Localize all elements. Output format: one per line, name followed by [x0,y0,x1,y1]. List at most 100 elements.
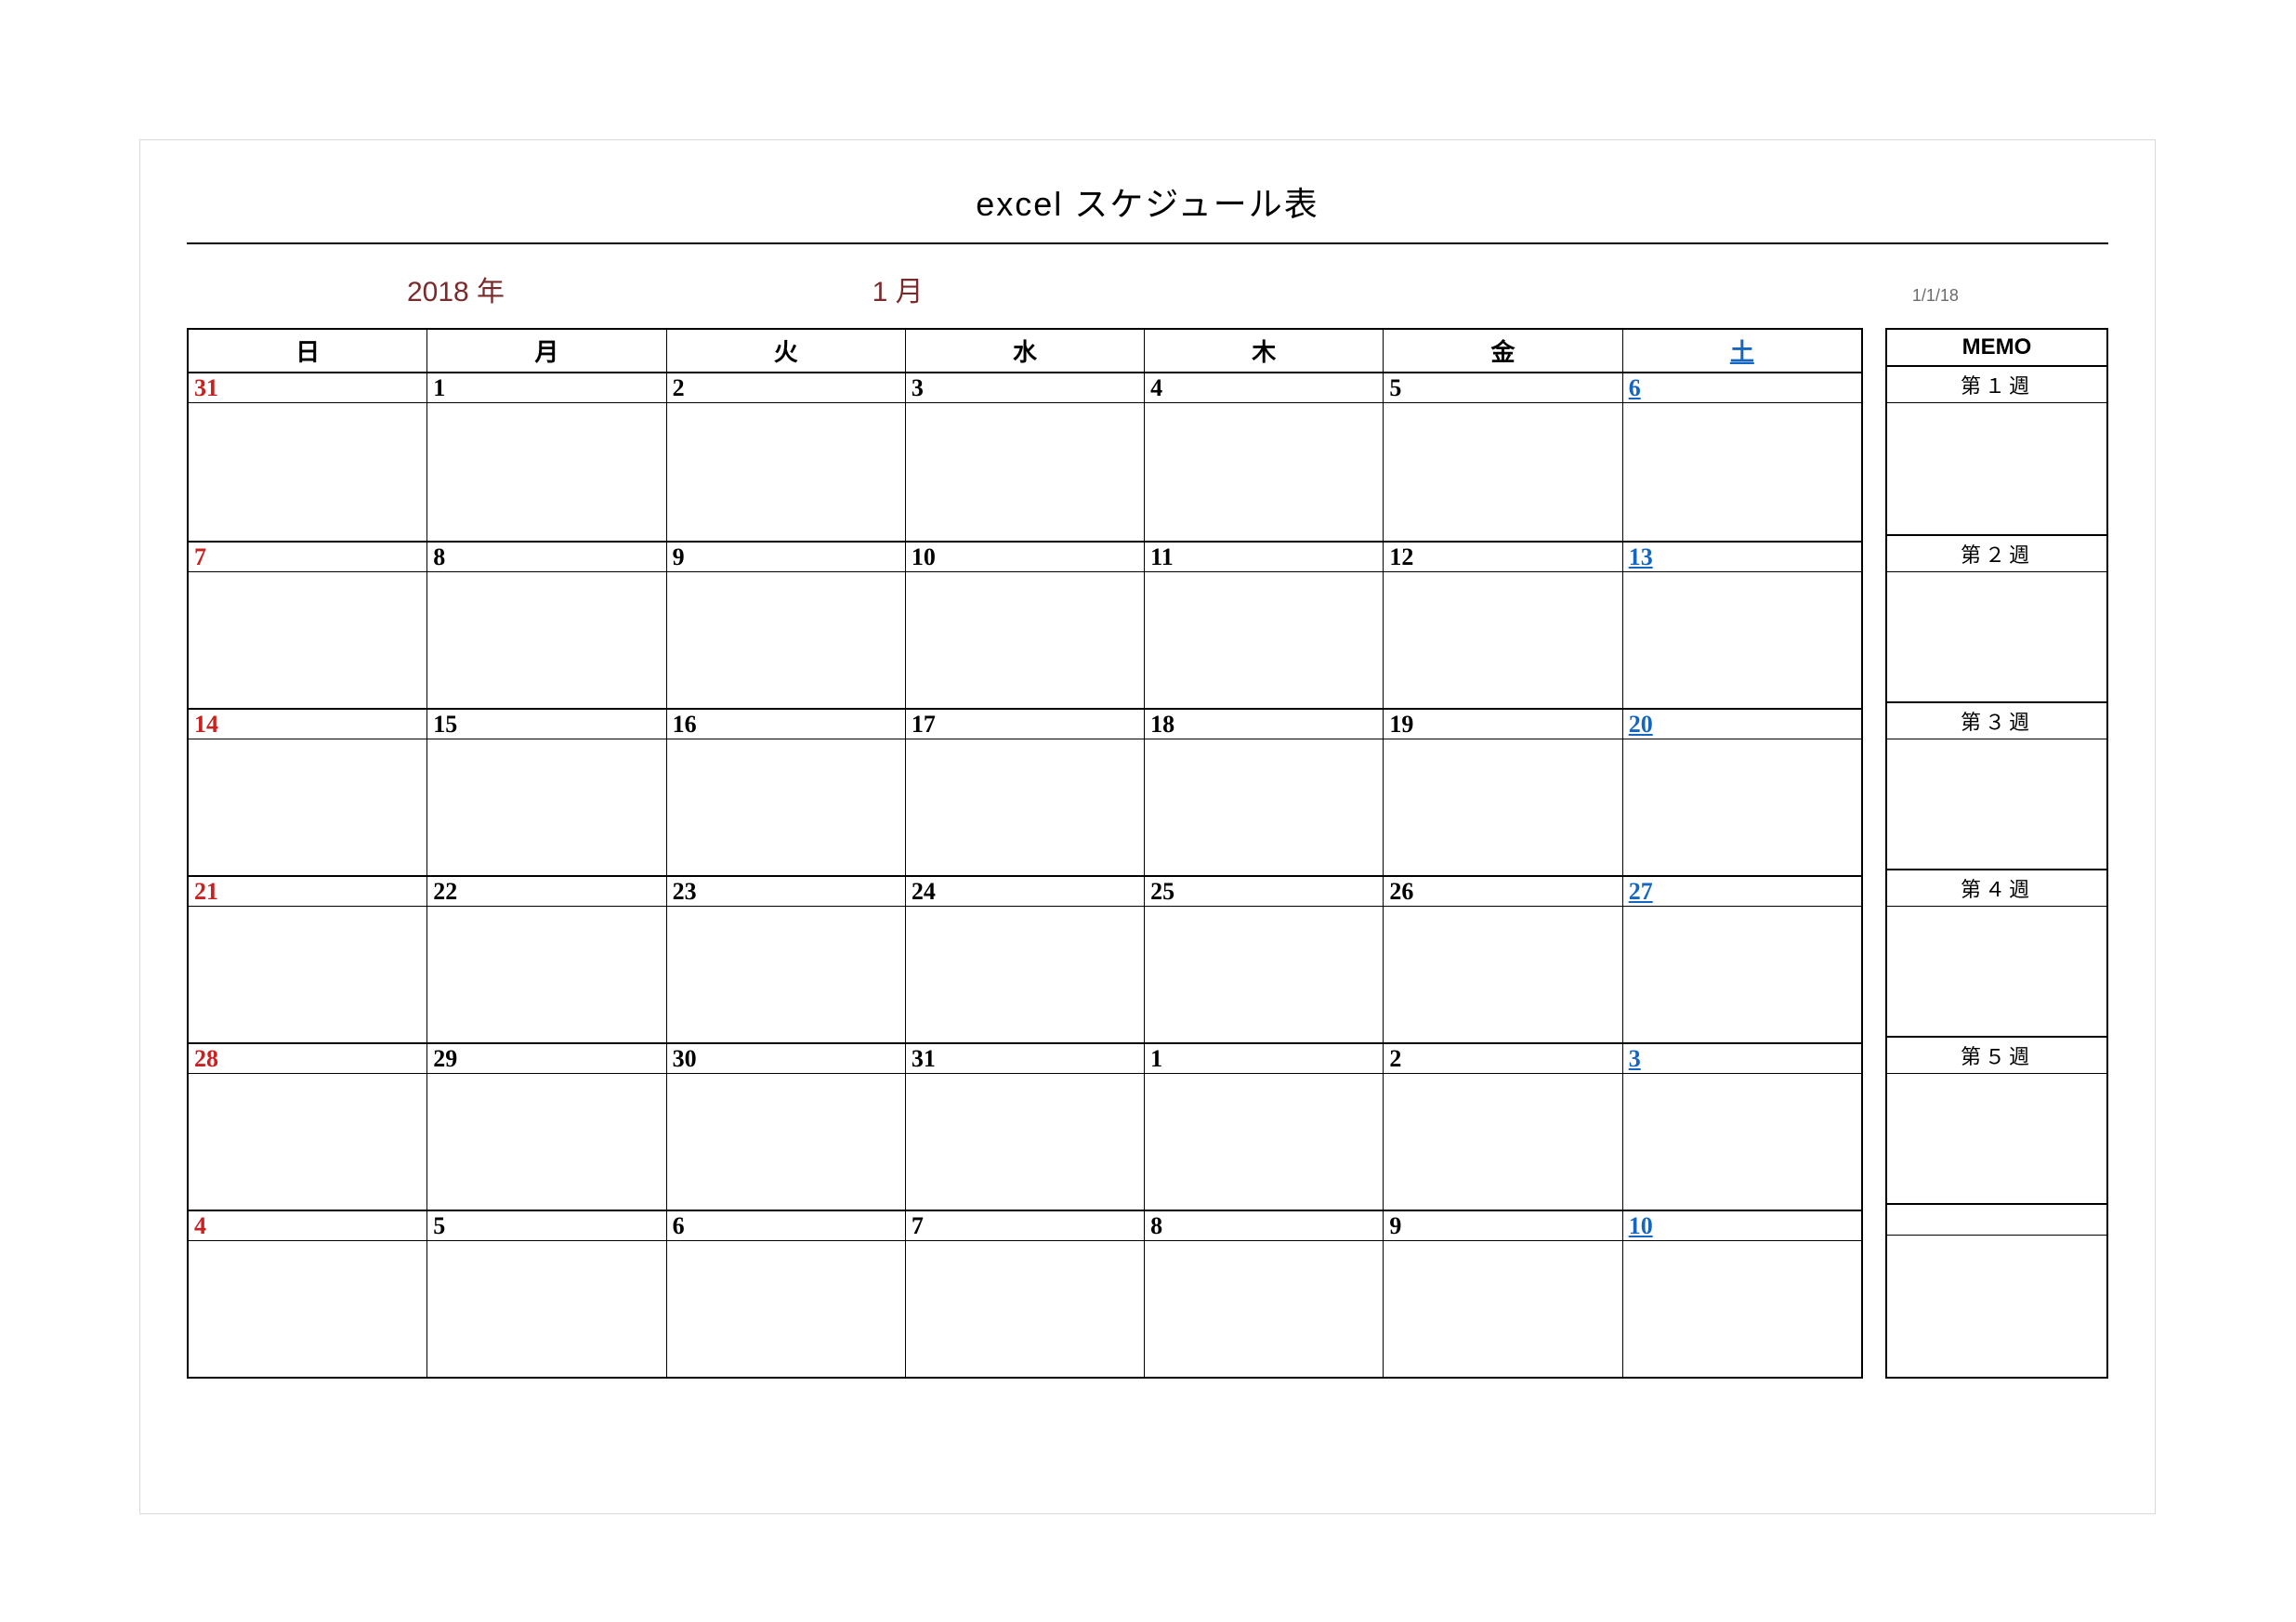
day-number: 26 [1384,877,1621,907]
memo-week: 第１週 [1887,367,2106,534]
day-body [1623,907,1861,1042]
day-number: 10 [1623,1211,1861,1241]
day-cell: 3 [906,373,1145,541]
day-body [1623,739,1861,875]
day-body [906,907,1144,1042]
day-number: 5 [1384,373,1621,403]
day-body [1623,403,1861,541]
day-number: 22 [427,877,665,907]
canvas: excel スケジュール表 2018 年 1 月 1/1/18 日 月 火 水 … [0,0,2296,1622]
day-body [1623,572,1861,708]
day-body [189,739,426,875]
day-cell: 26 [1384,877,1622,1042]
day-cell: 6 [667,1211,906,1377]
weekday-wed: 水 [906,330,1145,372]
day-cell: 20 [1623,710,1861,875]
day-body [906,739,1144,875]
week-row: 31123456 [189,373,1861,541]
memo-week [1887,1203,2106,1370]
day-body [1623,1241,1861,1377]
day-number: 2 [667,373,905,403]
day-body [1145,739,1383,875]
weekday-fri: 金 [1384,330,1622,372]
day-number: 24 [906,877,1144,907]
day-cell: 21 [189,877,427,1042]
day-number: 14 [189,710,426,739]
day-cell: 2 [667,373,906,541]
weekday-sun: 日 [189,330,427,372]
day-body [189,403,426,541]
day-cell: 12 [1384,543,1622,708]
day-number: 3 [906,373,1144,403]
day-number: 3 [1623,1044,1861,1074]
day-body [1145,1074,1383,1210]
day-body [667,907,905,1042]
day-cell: 14 [189,710,427,875]
day-body [1384,1241,1621,1377]
day-cell: 1 [1145,1044,1384,1210]
day-number: 7 [906,1211,1144,1241]
day-number: 13 [1623,543,1861,572]
day-body [667,572,905,708]
day-number: 4 [189,1211,426,1241]
day-number: 8 [1145,1211,1383,1241]
date-label: 1/1/18 [1763,286,2108,306]
day-cell: 25 [1145,877,1384,1042]
day-body [1384,739,1621,875]
day-body [1384,907,1621,1042]
day-cell: 6 [1623,373,1861,541]
day-body [427,572,665,708]
day-cell: 9 [1384,1211,1622,1377]
memo-body [1887,739,2106,869]
calendar-area: 日 月 火 水 木 金 土 31123456789101112131415161… [177,328,2118,1379]
weekday-header-row: 日 月 火 水 木 金 土 [189,330,1861,373]
day-number: 12 [1384,543,1621,572]
day-number: 19 [1384,710,1621,739]
memo-week-label: 第３週 [1887,703,2106,739]
day-body [427,739,665,875]
weekday-thu: 木 [1145,330,1384,372]
day-cell: 2 [1384,1044,1622,1210]
day-number: 8 [427,543,665,572]
day-body [906,403,1144,541]
day-cell: 19 [1384,710,1622,875]
day-cell: 23 [667,877,906,1042]
day-cell: 1 [427,373,666,541]
day-number: 11 [1145,543,1383,572]
week-row: 21222324252627 [189,875,1861,1042]
weekday-sat: 土 [1623,330,1861,372]
day-number: 1 [1145,1044,1383,1074]
memo-body [1887,403,2106,534]
memo-week: 第２週 [1887,534,2106,701]
day-cell: 3 [1623,1044,1861,1210]
day-body [1145,907,1383,1042]
week-row: 28293031123 [189,1042,1861,1210]
day-body [1623,1074,1861,1210]
day-body [667,403,905,541]
day-body [667,1241,905,1377]
day-body [1384,403,1621,541]
page-title: excel スケジュール表 [187,168,2108,244]
day-number: 18 [1145,710,1383,739]
day-cell: 4 [189,1211,427,1377]
day-cell: 28 [189,1044,427,1210]
day-body [189,1241,426,1377]
memo-header: MEMO [1887,330,2106,367]
day-body [189,1074,426,1210]
day-number: 6 [1623,373,1861,403]
day-body [189,572,426,708]
day-number: 17 [906,710,1144,739]
day-number: 29 [427,1044,665,1074]
weekday-tue: 火 [667,330,906,372]
memo-body [1887,1074,2106,1203]
day-body [427,1241,665,1377]
day-number: 5 [427,1211,665,1241]
day-number: 7 [189,543,426,572]
day-number: 21 [189,877,426,907]
week-row: 45678910 [189,1210,1861,1377]
day-cell: 7 [906,1211,1145,1377]
day-body [427,907,665,1042]
day-cell: 29 [427,1044,666,1210]
meta-row: 2018 年 1 月 1/1/18 [177,263,2118,328]
day-cell: 5 [427,1211,666,1377]
